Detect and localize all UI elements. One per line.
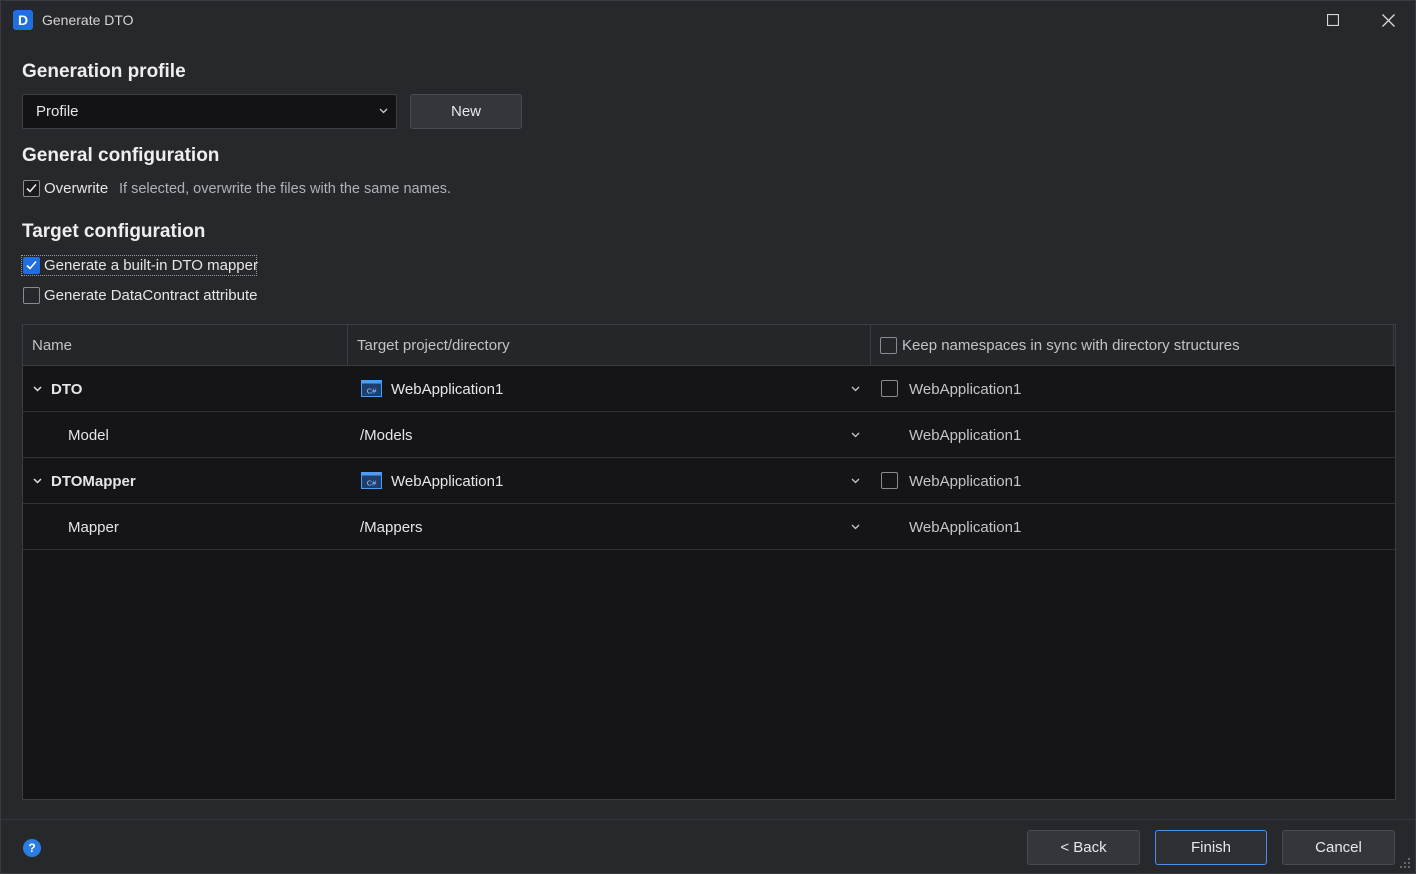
table-row[interactable]: Model /Models WebApplication1 [23, 412, 1395, 458]
chevron-down-icon [379, 108, 388, 114]
window-title: Generate DTO [42, 12, 134, 28]
general-configuration-heading: General configuration [22, 145, 220, 166]
keep-namespaces-checkbox[interactable] [880, 337, 897, 354]
chevron-down-icon[interactable] [33, 478, 42, 484]
generate-mapper-label[interactable]: Generate a built-in DTO mapper [44, 257, 258, 274]
overwrite-hint: If selected, overwrite the files with th… [119, 181, 452, 197]
svg-text:C#: C# [367, 479, 377, 488]
generation-profile-heading: Generation profile [22, 61, 186, 82]
maximize-button[interactable] [1307, 1, 1359, 39]
help-icon[interactable]: ? [23, 839, 41, 857]
column-divider[interactable] [347, 325, 348, 366]
chevron-down-icon[interactable] [851, 524, 860, 530]
app-logo-letter: D [17, 12, 29, 28]
row-target[interactable]: /Mappers [360, 519, 423, 536]
csharp-project-icon: C# [361, 380, 382, 397]
row-namespace: WebApplication1 [909, 427, 1022, 444]
table-header: Name Target project/directory Keep names… [23, 325, 1395, 366]
generate-dto-dialog: D Generate DTO Generation profile Profil… [0, 0, 1416, 874]
chevron-down-icon[interactable] [33, 386, 42, 392]
cancel-button[interactable]: Cancel [1282, 830, 1395, 865]
column-header-name[interactable]: Name [32, 337, 72, 354]
new-profile-button[interactable]: New [410, 94, 522, 129]
checkmark-icon [26, 183, 37, 193]
csharp-project-icon: C# [361, 472, 382, 489]
footer-divider [1, 819, 1415, 820]
chevron-down-icon[interactable] [851, 386, 860, 392]
row-name: DTO [51, 381, 83, 398]
profile-select-value: Profile [36, 103, 79, 120]
row-namespace: WebApplication1 [909, 473, 1022, 490]
table-row[interactable]: DTOMapper C# WebApplication1 WebApplicat… [23, 458, 1395, 504]
profile-select[interactable]: Profile [22, 94, 397, 129]
target-tree-table: Name Target project/directory Keep names… [22, 324, 1396, 800]
overwrite-checkbox[interactable] [23, 180, 40, 197]
row-target[interactable]: WebApplication1 [391, 381, 503, 398]
chevron-down-icon[interactable] [851, 432, 860, 438]
overwrite-label[interactable]: Overwrite [44, 180, 108, 197]
back-button[interactable]: < Back [1027, 830, 1140, 865]
target-configuration-heading: Target configuration [22, 221, 206, 242]
chevron-down-icon[interactable] [851, 478, 860, 484]
close-button[interactable] [1362, 1, 1414, 39]
generate-datacontract-checkbox[interactable] [23, 287, 40, 304]
row-namespace-checkbox[interactable] [881, 380, 898, 397]
column-divider[interactable] [1393, 325, 1394, 366]
column-divider[interactable] [870, 325, 871, 366]
row-target[interactable]: WebApplication1 [391, 473, 503, 490]
row-name: Mapper [68, 519, 119, 536]
app-logo-icon: D [13, 10, 33, 30]
table-row[interactable]: DTO C# WebApplication1 WebApplication1 [23, 366, 1395, 412]
resize-grip-icon[interactable] [1399, 857, 1411, 869]
svg-text:C#: C# [367, 387, 377, 396]
row-namespace: WebApplication1 [909, 381, 1022, 398]
column-header-namespaces[interactable]: Keep namespaces in sync with directory s… [902, 337, 1240, 354]
generate-datacontract-label[interactable]: Generate DataContract attribute [44, 287, 257, 304]
maximize-icon [1327, 14, 1339, 26]
title-bar: D Generate DTO [1, 1, 1415, 39]
finish-button[interactable]: Finish [1155, 830, 1267, 865]
row-namespace-checkbox[interactable] [881, 472, 898, 489]
row-name: DTOMapper [51, 473, 136, 490]
row-target[interactable]: /Models [360, 427, 413, 444]
column-header-target[interactable]: Target project/directory [357, 337, 510, 354]
close-icon [1381, 13, 1395, 27]
row-namespace: WebApplication1 [909, 519, 1022, 536]
row-name: Model [68, 427, 109, 444]
table-row[interactable]: Mapper /Mappers WebApplication1 [23, 504, 1395, 550]
